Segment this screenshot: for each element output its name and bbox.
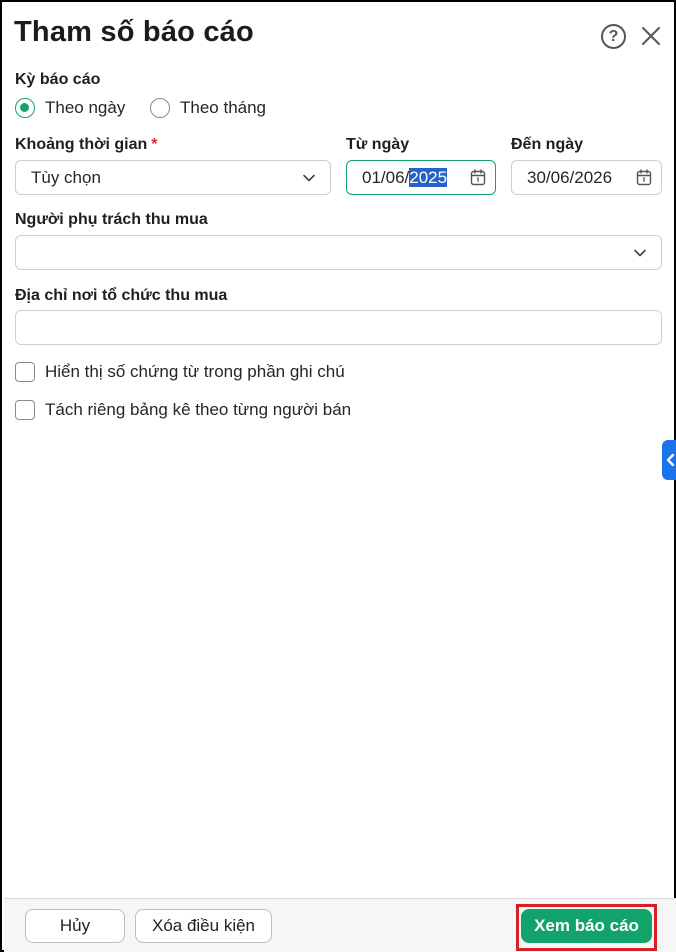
calendar-icon[interactable]	[636, 169, 652, 186]
checkbox-show-voucher-number[interactable]: Hiển thị số chứng từ trong phần ghi chú	[15, 362, 345, 382]
purchaser-select[interactable]	[15, 235, 662, 270]
radio-by-month-label: Theo tháng	[180, 98, 267, 117]
time-range-label-text: Khoảng thời gian	[15, 136, 148, 153]
radio-checked-icon	[15, 98, 35, 118]
highlight-box	[516, 904, 657, 951]
from-date-prefix: 01/06/	[362, 167, 410, 187]
from-date-label: Từ ngày	[346, 136, 410, 153]
address-label: Địa chỉ nơi tổ chức thu mua	[15, 287, 228, 304]
radio-by-month[interactable]: Theo tháng	[150, 98, 266, 118]
checkbox-separate-by-seller[interactable]: Tách riêng bảng kê theo từng người bán	[15, 400, 351, 420]
side-panel-toggle[interactable]	[662, 440, 676, 480]
time-range-label: Khoảng thời gian *	[15, 136, 157, 154]
time-range-select[interactable]: Tùy chọn	[15, 160, 331, 195]
chevron-down-icon	[303, 174, 315, 182]
radio-by-day-label: Theo ngày	[45, 98, 126, 117]
radio-by-day[interactable]: Theo ngày	[15, 98, 125, 118]
cancel-button[interactable]: Hủy	[25, 909, 125, 943]
radio-unchecked-icon	[150, 98, 170, 118]
help-button[interactable]: ?	[601, 24, 626, 49]
to-date-input[interactable]: 30/06/2026	[511, 160, 662, 195]
clear-conditions-button[interactable]: Xóa điều kiện	[135, 909, 272, 943]
calendar-icon[interactable]	[470, 169, 486, 186]
close-button[interactable]	[639, 24, 663, 48]
close-icon	[642, 27, 660, 45]
chevron-down-icon	[634, 249, 646, 257]
required-mark: *	[151, 136, 158, 153]
to-date-value: 30/06/2026	[527, 167, 613, 187]
from-date-input[interactable]: 01/06/2025	[346, 160, 496, 195]
period-label: Kỳ báo cáo	[15, 71, 101, 88]
checkbox-show-voucher-number-label: Hiển thị số chứng từ trong phần ghi chú	[45, 362, 345, 381]
checkbox-unchecked-icon	[15, 400, 35, 420]
checkbox-separate-by-seller-label: Tách riêng bảng kê theo từng người bán	[45, 400, 352, 419]
dialog-title: Tham số báo cáo	[14, 16, 254, 48]
chevron-left-icon	[666, 453, 675, 467]
help-icon: ?	[608, 27, 619, 45]
to-date-label: Đến ngày	[511, 136, 584, 153]
purchaser-label: Người phụ trách thu mua	[15, 211, 208, 228]
checkbox-unchecked-icon	[15, 362, 35, 382]
report-params-dialog: Tham số báo cáo ? Kỳ báo cáo Theo ngày T…	[0, 0, 676, 952]
from-date-value: 01/06/2025	[362, 167, 448, 188]
time-range-value: Tùy chọn	[31, 167, 101, 187]
address-input[interactable]	[15, 310, 662, 345]
from-date-selected-year: 2025	[409, 167, 448, 187]
